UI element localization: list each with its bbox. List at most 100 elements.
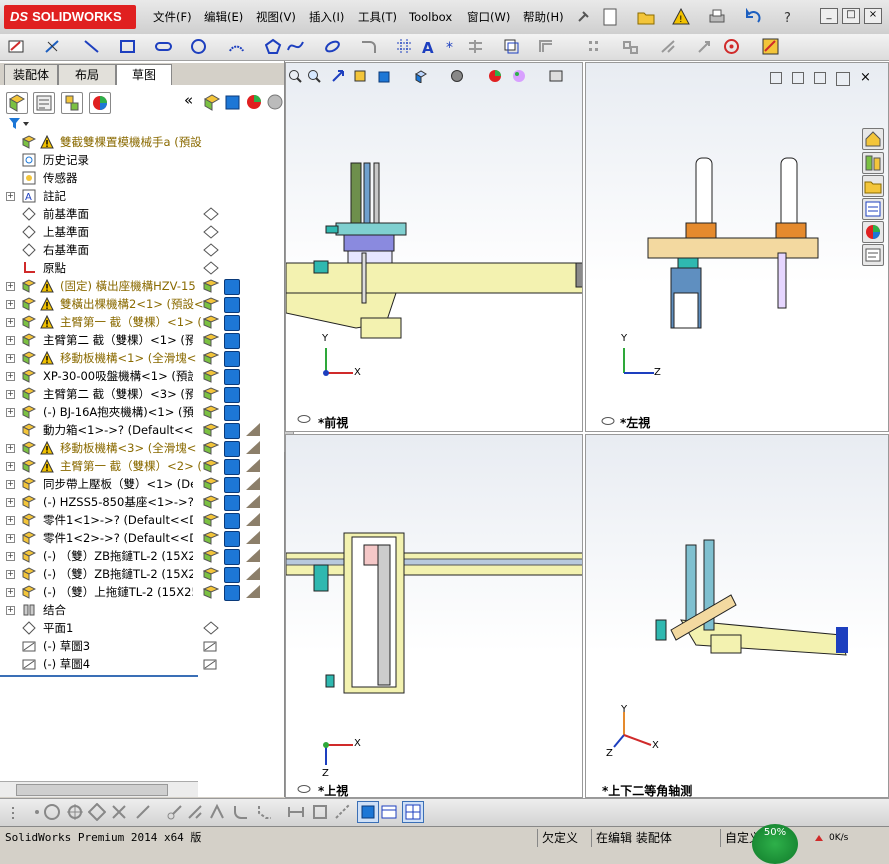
tree-item[interactable]: 動力箱<1>->? (Default<<Def bbox=[0, 421, 284, 439]
target-icon[interactable] bbox=[66, 803, 84, 821]
tree-item[interactable]: + 移動板機構<3> (全滑塊< bbox=[0, 439, 284, 457]
instant2d-icon[interactable] bbox=[762, 38, 779, 55]
rollback-bar[interactable] bbox=[0, 675, 198, 677]
expand-icon[interactable]: + bbox=[6, 606, 15, 615]
expand-icon[interactable]: + bbox=[6, 336, 15, 345]
tree-item[interactable]: + 主臂第二 截（雙棵）<3> (預 bbox=[0, 385, 284, 403]
restore-button[interactable]: □ bbox=[842, 8, 860, 24]
expand-icon[interactable]: + bbox=[6, 444, 15, 453]
single-view-button[interactable] bbox=[380, 803, 398, 821]
tree-item[interactable]: 原點 bbox=[0, 259, 284, 277]
relation-tool-icon[interactable] bbox=[311, 803, 329, 821]
expand-icon[interactable]: + bbox=[6, 552, 15, 561]
tree-item[interactable]: + 零件1<1>->? (Default<<Defa bbox=[0, 511, 284, 529]
menu-file[interactable]: 文件(F) bbox=[150, 8, 195, 26]
section-view-icon[interactable] bbox=[353, 69, 367, 83]
tree-item[interactable]: + (-) （雙）ZB拖鏈TL-2 (15X25 bbox=[0, 565, 284, 583]
viewport-front[interactable] bbox=[285, 62, 583, 432]
spline-icon[interactable] bbox=[287, 38, 304, 55]
expand-icon[interactable]: + bbox=[6, 372, 15, 381]
viewport-top[interactable] bbox=[285, 434, 583, 798]
circle-icon[interactable] bbox=[190, 38, 207, 55]
viewport-left[interactable] bbox=[585, 62, 889, 432]
ellipse-icon[interactable] bbox=[324, 38, 341, 55]
tree-item[interactable]: + 结合 bbox=[0, 601, 284, 619]
tree-item[interactable]: 平面1 bbox=[0, 619, 284, 637]
tree-item[interactable]: + 主臂第二 截（雙棵）<1> (預 bbox=[0, 331, 284, 349]
rebuild-warning-icon[interactable]: ! bbox=[672, 7, 690, 26]
tree-item[interactable]: (-) 草圖4 bbox=[0, 655, 284, 673]
viewport-split-icon[interactable] bbox=[770, 72, 782, 84]
menu-toolbox[interactable]: Toolbox bbox=[406, 8, 455, 26]
minimize-button[interactable]: _ bbox=[820, 8, 838, 24]
expand-icon[interactable]: + bbox=[6, 462, 15, 471]
tree-item[interactable]: + 零件1<2>->? (Default<<Defa bbox=[0, 529, 284, 547]
four-view-button[interactable] bbox=[402, 801, 424, 823]
circle-tool-icon[interactable] bbox=[43, 803, 61, 821]
display-relations-icon[interactable] bbox=[660, 38, 677, 55]
convert-entities-icon[interactable] bbox=[503, 38, 520, 55]
expand-icon[interactable]: + bbox=[6, 390, 15, 399]
tree-item[interactable]: 右基準面 bbox=[0, 241, 284, 259]
zoom-area-icon[interactable] bbox=[307, 69, 321, 83]
rectangle-icon[interactable] bbox=[119, 38, 136, 55]
viewport-minimize-icon[interactable] bbox=[792, 72, 804, 84]
filter-icon[interactable] bbox=[8, 117, 30, 131]
polygon-tool-icon[interactable] bbox=[87, 802, 107, 822]
extend-icon[interactable] bbox=[186, 803, 204, 821]
sketch-icon[interactable] bbox=[8, 38, 25, 55]
text-icon[interactable]: A bbox=[420, 38, 437, 57]
tree-item[interactable]: 雙截雙棵置模機械手a (預設 bbox=[0, 133, 284, 151]
previous-view-icon[interactable] bbox=[331, 69, 345, 83]
tree-item[interactable]: + 同步帶上壓板（雙）<1> (Def bbox=[0, 475, 284, 493]
appearances-scenes-icon[interactable] bbox=[862, 221, 884, 243]
linear-pattern-icon[interactable] bbox=[587, 38, 604, 55]
tangent-icon[interactable] bbox=[134, 803, 152, 821]
slot-icon[interactable] bbox=[155, 38, 172, 55]
dynamic-annotation-icon[interactable] bbox=[378, 69, 392, 83]
transparency-icon[interactable] bbox=[266, 93, 284, 111]
expand-icon[interactable]: + bbox=[6, 192, 15, 201]
edit-appearance-icon[interactable] bbox=[488, 69, 502, 83]
chamfer-icon[interactable] bbox=[256, 803, 274, 821]
trim-icon[interactable] bbox=[467, 38, 484, 55]
tab-assembly[interactable]: 装配体 bbox=[4, 64, 58, 85]
menu-help[interactable]: 帮助(H) bbox=[520, 8, 567, 26]
expand-icon[interactable]: + bbox=[6, 354, 15, 363]
rapid-sketch-icon[interactable] bbox=[723, 38, 740, 55]
expand-icon[interactable]: + bbox=[6, 534, 15, 543]
configuration-manager-icon[interactable] bbox=[61, 92, 83, 114]
tree-item[interactable]: + (-) （雙）ZB拖鏈TL-2 (15X25 bbox=[0, 547, 284, 565]
view-settings-icon[interactable] bbox=[549, 69, 563, 83]
shaded-display-button[interactable] bbox=[357, 801, 379, 823]
view-link-icon[interactable] bbox=[601, 416, 615, 426]
tree-item[interactable]: + 主臂第一 截（雙棵）<2> ( bbox=[0, 457, 284, 475]
tab-layout[interactable]: 布局 bbox=[58, 64, 116, 85]
tab-sketch[interactable]: 草图 bbox=[116, 64, 172, 85]
expand-icon[interactable]: + bbox=[6, 588, 15, 597]
tree-item[interactable]: 传感器 bbox=[0, 169, 284, 187]
dimension-tool-icon[interactable] bbox=[287, 803, 305, 821]
offset-entities-icon[interactable] bbox=[538, 38, 555, 55]
tree-item[interactable]: + XP-30-00吸盤機構<1> (預設< bbox=[0, 367, 284, 385]
fillet-tool-icon[interactable] bbox=[232, 803, 250, 821]
expand-icon[interactable]: + bbox=[6, 570, 15, 579]
close-button[interactable]: × bbox=[864, 8, 882, 24]
tree-item[interactable]: 前基準面 bbox=[0, 205, 284, 223]
expand-icon[interactable]: + bbox=[6, 282, 15, 291]
menu-insert[interactable]: 插入(I) bbox=[306, 8, 347, 26]
display-manager-icon[interactable] bbox=[89, 92, 111, 114]
point-icon[interactable]: * bbox=[443, 38, 460, 56]
expand-icon[interactable]: + bbox=[6, 480, 15, 489]
fillet-icon[interactable] bbox=[360, 38, 377, 55]
grid-icon[interactable] bbox=[396, 38, 413, 55]
feature-manager-tree-icon[interactable] bbox=[6, 92, 28, 114]
apply-scene-icon[interactable] bbox=[512, 69, 526, 83]
tree-item[interactable]: 上基準面 bbox=[0, 223, 284, 241]
solidworks-logo[interactable]: DS SOLIDWORKS bbox=[4, 5, 136, 29]
trim-tool-icon[interactable] bbox=[165, 803, 183, 821]
viewport-close-icon[interactable]: × bbox=[860, 70, 871, 85]
design-library-icon[interactable] bbox=[862, 152, 884, 174]
view-palette-icon[interactable] bbox=[862, 198, 884, 220]
tree-item[interactable]: + (-) HZSS5-850基座<1>->? (I bbox=[0, 493, 284, 511]
